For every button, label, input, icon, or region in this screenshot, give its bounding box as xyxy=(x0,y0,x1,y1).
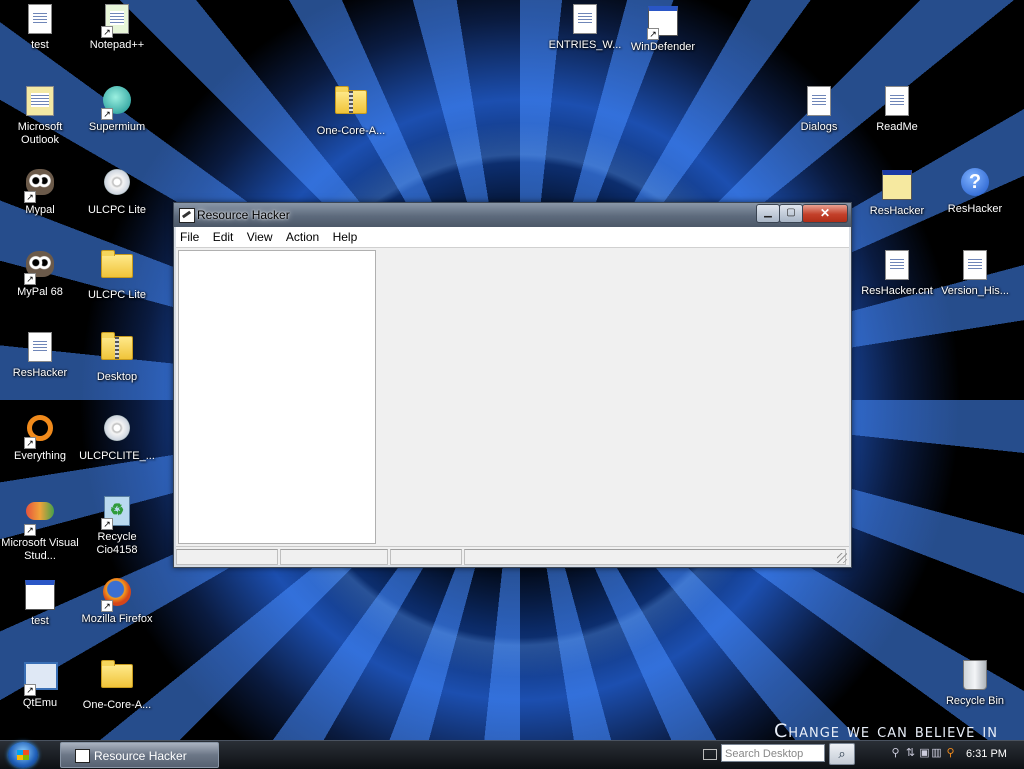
menu-view[interactable]: View xyxy=(243,227,279,244)
desktop-icon-firefox[interactable]: Mozilla Firefox xyxy=(77,576,157,626)
desktop-icon-reshacker-cnt[interactable]: ResHacker.cnt xyxy=(857,248,937,298)
status-pane-2 xyxy=(280,549,388,565)
windefender-icon xyxy=(647,6,679,40)
recycle-icon: ♻ xyxy=(101,496,133,530)
keyboard-icon[interactable] xyxy=(703,749,717,760)
desktop-icon-one-core-a-2[interactable]: One-Core-A... xyxy=(77,658,157,712)
desktop-icon-test-2[interactable]: test xyxy=(0,576,80,628)
window-titlebar[interactable]: Resource Hacker ▁ ▢ ✕ xyxy=(174,203,851,227)
firefox-icon xyxy=(101,578,133,612)
desktop-icon-reshacker-config[interactable]: ResHacker xyxy=(0,330,80,380)
resource-tree-panel[interactable] xyxy=(178,250,376,544)
menu-help[interactable]: Help xyxy=(329,227,364,244)
qtemu-computer-icon xyxy=(24,662,58,696)
menu-edit[interactable]: Edit xyxy=(209,227,240,244)
desktop-icon-outlook[interactable]: Microsoft Outlook xyxy=(0,84,80,147)
desktop-icon-test[interactable]: test xyxy=(0,2,80,52)
mypal-raccoon-icon xyxy=(24,169,56,203)
reshacker-app-icon xyxy=(75,749,90,763)
close-button[interactable]: ✕ xyxy=(802,204,848,223)
status-pane-3 xyxy=(390,549,462,565)
visual-studio-icon xyxy=(24,502,56,536)
menu-action[interactable]: Action xyxy=(282,227,325,244)
tray-everything-icon[interactable]: ⚲ xyxy=(944,747,957,760)
start-button[interactable] xyxy=(8,742,38,768)
desktop-icon-reshacker-exe[interactable]: ResHacker xyxy=(857,166,937,218)
desktop-icon-version-history[interactable]: Version_His... xyxy=(935,248,1015,298)
desktop-icon-notepadpp[interactable]: Notepad++ xyxy=(77,2,157,52)
taskbar-item-resource-hacker[interactable]: Resource Hacker xyxy=(60,742,219,768)
minimize-button[interactable]: ▁ xyxy=(756,204,780,223)
text-document-icon xyxy=(959,250,991,282)
resize-grip[interactable] xyxy=(837,553,847,563)
disc-icon xyxy=(101,169,133,201)
text-document-icon xyxy=(803,86,835,118)
desktop-icon-mypal[interactable]: Mypal xyxy=(0,166,80,217)
everything-search-icon xyxy=(24,415,56,449)
mypal-raccoon-icon xyxy=(24,251,56,285)
taskbar-item-label: Resource Hacker xyxy=(94,749,187,763)
desktop-icon-desktop-zip[interactable]: Desktop xyxy=(77,330,157,384)
folder-icon xyxy=(101,660,133,696)
settings-document-icon xyxy=(569,4,601,36)
tray-network-icon[interactable]: ⇅ xyxy=(904,747,917,760)
menu-file[interactable]: File xyxy=(176,227,205,244)
text-document-icon xyxy=(881,86,913,118)
reshacker-app-icon xyxy=(179,208,195,223)
maximize-button[interactable]: ▢ xyxy=(779,204,803,223)
wallpaper-slogan: Change we can believe in xyxy=(774,720,998,742)
recycle-bin-icon xyxy=(959,660,991,692)
desktop-icon-supermium[interactable]: Supermium xyxy=(77,84,157,134)
desktop-icon-one-core-a-1[interactable]: One-Core-A... xyxy=(311,84,391,138)
disc-icon xyxy=(101,415,133,447)
desktop-icon-everything[interactable]: Everything xyxy=(0,412,80,463)
editor-area[interactable] xyxy=(176,248,849,546)
status-bar xyxy=(176,546,849,565)
notepadpp-icon xyxy=(101,4,133,38)
desktop-icon-recycle-cio4158[interactable]: ♻ Recycle Cio4158 xyxy=(77,494,157,557)
outlook-icon xyxy=(24,86,56,118)
desktop-icon-ulcpclite[interactable]: ULCPCLITE_... xyxy=(77,412,157,463)
desktop-icon-windefender[interactable]: WinDefender xyxy=(623,2,703,54)
desktop-icon-entries[interactable]: ENTRIES_W... xyxy=(545,2,625,52)
text-document-icon xyxy=(24,4,56,36)
desktop-icon-qtemu[interactable]: QtEmu xyxy=(0,658,80,710)
desktop-icon-ulcpc-lite-2[interactable]: ULCPC Lite xyxy=(77,248,157,302)
resource-hacker-window[interactable]: Resource Hacker ▁ ▢ ✕ File Edit View Act… xyxy=(173,202,852,568)
desktop-icon-ulcpc-lite-1[interactable]: ULCPC Lite xyxy=(77,166,157,217)
desktop-icon-reshacker-help[interactable]: ? ResHacker xyxy=(935,166,1015,216)
cnt-document-icon xyxy=(881,250,913,282)
window-title: Resource Hacker xyxy=(197,208,290,222)
desktop-icon-dialogs[interactable]: Dialogs xyxy=(779,84,859,134)
desktop-icon-readme[interactable]: ReadMe xyxy=(857,84,937,134)
tray-search-icon[interactable]: ⚲ xyxy=(889,747,902,760)
menu-bar: File Edit View Action Help xyxy=(176,227,849,248)
zip-folder-icon xyxy=(101,332,133,368)
settings-document-icon xyxy=(24,332,56,364)
help-icon: ? xyxy=(959,168,991,200)
zip-folder-icon xyxy=(335,86,367,122)
desktop-icon-visual-studio[interactable]: Microsoft Visual Stud... xyxy=(0,494,80,563)
status-pane-1 xyxy=(176,549,278,565)
window-settings-icon xyxy=(24,580,56,612)
magnifier-icon[interactable]: ⌕ xyxy=(829,743,855,765)
clock[interactable]: 6:31 PM xyxy=(966,748,1007,760)
desktop-icon-mypal68[interactable]: MyPal 68 xyxy=(0,248,80,299)
taskbar: Resource Hacker Search Desktop ⌕ ⚲ ⇅ ▣ ▥… xyxy=(0,740,1024,769)
tray-battery-icon[interactable]: ▥ xyxy=(930,747,943,760)
status-pane-4 xyxy=(464,549,846,565)
reshacker-app-icon xyxy=(881,170,913,202)
folder-icon xyxy=(101,250,133,286)
search-desktop-input[interactable]: Search Desktop xyxy=(721,744,825,762)
supermium-icon xyxy=(101,86,133,120)
desktop-icon-recycle-bin[interactable]: Recycle Bin xyxy=(935,658,1015,708)
